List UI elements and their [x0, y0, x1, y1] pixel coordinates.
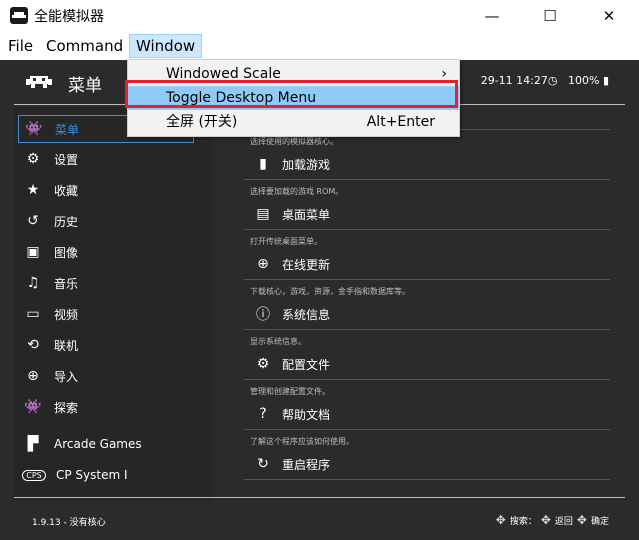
minimize-icon: —: [484, 7, 500, 25]
hint-search: 搜索：: [509, 516, 537, 527]
list-item-label: 配置文件: [282, 357, 331, 372]
highlight-box: [125, 80, 458, 108]
globe-icon: ⊕: [257, 256, 269, 272]
sidebar-item-label: 音乐: [54, 276, 79, 291]
button-hints: ✥ 搜索： ✥ 返回 ✥ 确定: [496, 513, 609, 527]
sidebar-item-import[interactable]: ⊕ 导入: [18, 363, 192, 389]
maximize-button[interactable]: ☐: [527, 0, 573, 32]
dpad-icon: ✥: [576, 513, 587, 527]
window-title: 全能模拟器: [34, 9, 104, 25]
battery-icon: ▮: [602, 74, 609, 87]
sidebar-item-history[interactable]: ↺ 历史: [18, 208, 192, 234]
list-item-desc: 选择要加载的游戏 ROM。: [250, 187, 344, 196]
video-icon: ▭: [26, 306, 40, 322]
sidebar-item-favorites[interactable]: ★ 收藏: [18, 177, 192, 203]
sidebar-item-label: 历史: [54, 214, 79, 229]
app-icon: [10, 7, 28, 24]
sidebar-item-video[interactable]: ▭ 视频: [18, 301, 192, 327]
sidebar-item-settings[interactable]: ⚙ 设置: [18, 146, 192, 172]
list-item-label: 帮助文档: [282, 407, 331, 422]
info-icon: ⓘ: [256, 307, 270, 323]
version-status: 1.9.13 - 没有核心: [32, 518, 106, 528]
music-icon: ♫: [26, 275, 40, 291]
netplay-icon: ⟲: [27, 337, 39, 353]
list-item-label: 重启程序: [282, 457, 331, 472]
invader-icon: 👾: [25, 121, 43, 137]
list-item-label: 加载游戏: [282, 157, 331, 172]
dpad-icon: ✥: [495, 513, 506, 527]
menu-item-label: 全屏 (开关): [166, 114, 238, 130]
help-icon: ?: [259, 406, 267, 422]
sidebar-item-label: Arcade Games: [54, 437, 142, 451]
history-icon: ↺: [27, 213, 39, 229]
dpad-icon: ✥: [540, 513, 551, 527]
gear-icon: ⚙: [26, 151, 40, 167]
config-icon: ⚙: [256, 356, 270, 372]
invader-icon: [26, 76, 52, 88]
image-icon: ▣: [26, 244, 40, 260]
close-button[interactable]: ✕: [586, 0, 632, 32]
sidebar-item-netplay[interactable]: ⟲ 联机: [18, 332, 192, 358]
list-item-desc: 管理和创建配置文件。: [250, 387, 330, 396]
list-item-online-updater[interactable]: ⊕ 在线更新: [244, 249, 610, 280]
close-icon: ✕: [602, 7, 616, 25]
title-bar: 全能模拟器 — ☐ ✕: [0, 0, 639, 32]
list-item-desktop-menu[interactable]: ▤ 桌面菜单: [244, 199, 610, 230]
list-item-information[interactable]: ⓘ 系统信息: [244, 299, 610, 330]
desktop-menu-icon: ▤: [256, 206, 270, 222]
list-item-config-file[interactable]: ⚙ 配置文件: [244, 349, 610, 380]
footer-divider: [14, 497, 625, 498]
status-area: 29-11 14:27◷ 100% ▮: [481, 74, 609, 87]
menu-window[interactable]: Window: [129, 34, 203, 58]
menu-bar: File Command Window: [0, 32, 639, 61]
menu-item-shortcut: Alt+Enter: [366, 114, 435, 130]
sidebar: 👾 菜单 ⚙ 设置 ★ 收藏 ↺ 历史 ▣ 图像 ♫ 音乐 ▭ 视频 ⟲ 联机: [14, 107, 212, 500]
sidebar-item-arcade-games[interactable]: ▛ Arcade Games: [18, 431, 192, 457]
sidebar-item-label: 视频: [54, 307, 79, 322]
battery-level: 100%: [567, 74, 600, 87]
clock-icon: ◷: [547, 74, 558, 87]
sidebar-item-label: CP System I: [56, 468, 128, 482]
maximize-icon: ☐: [543, 7, 557, 25]
file-icon: ▮: [259, 156, 267, 172]
sidebar-item-label: 设置: [54, 152, 79, 167]
list-item-label: 桌面菜单: [282, 207, 331, 222]
list-item-restart[interactable]: ↻ 重启程序: [244, 449, 610, 480]
star-icon: ★: [26, 182, 40, 198]
list-item-desc: 显示系统信息。: [250, 337, 306, 346]
list-item-load-content[interactable]: ▮ 加载游戏: [244, 149, 610, 180]
arcade-icon: ▛: [27, 436, 39, 452]
menu-item-fullscreen[interactable]: 全屏 (开关) Alt+Enter: [128, 110, 459, 134]
sidebar-item-label: 图像: [54, 245, 79, 260]
hint-back: 返回: [554, 516, 573, 527]
menu-file[interactable]: File: [2, 34, 39, 58]
list-item-help[interactable]: ? 帮助文档: [244, 399, 610, 430]
plus-icon: ⊕: [27, 368, 39, 384]
menu-command[interactable]: Command: [40, 34, 129, 58]
sidebar-item-label: 菜单: [55, 122, 80, 137]
sidebar-item-cp-system-1[interactable]: CPS CP System I: [18, 462, 192, 488]
list-item-desc: 下载核心，游戏，资源，金手指和数据库等。: [250, 287, 410, 296]
sidebar-item-music[interactable]: ♫ 音乐: [18, 270, 192, 296]
hint-confirm: 确定: [590, 516, 609, 527]
cps1-icon: CPS: [22, 469, 46, 481]
sidebar-item-label: 联机: [54, 338, 79, 353]
minimize-button[interactable]: —: [469, 0, 515, 32]
sidebar-item-label: 导入: [54, 369, 79, 384]
sidebar-item-label: 探索: [54, 400, 79, 415]
sidebar-item-images[interactable]: ▣ 图像: [18, 239, 192, 265]
sidebar-item-label: 收藏: [54, 183, 79, 198]
explore-icon: 👾: [24, 399, 42, 415]
list-item-label: 系统信息: [282, 307, 331, 322]
restart-icon: ↻: [257, 456, 269, 472]
datetime: 29-11 14:27: [480, 74, 548, 87]
list-item-desc: 了解这个程序应该如何使用。: [250, 437, 354, 446]
sidebar-item-explore[interactable]: 👾 探索: [18, 394, 192, 420]
page-title: 菜单: [68, 76, 102, 96]
list-item-desc: 选择使用的模拟器核心。: [250, 137, 338, 146]
list-item-label: 在线更新: [282, 257, 331, 272]
list-item-desc: 打开传统桌面菜单。: [250, 237, 322, 246]
